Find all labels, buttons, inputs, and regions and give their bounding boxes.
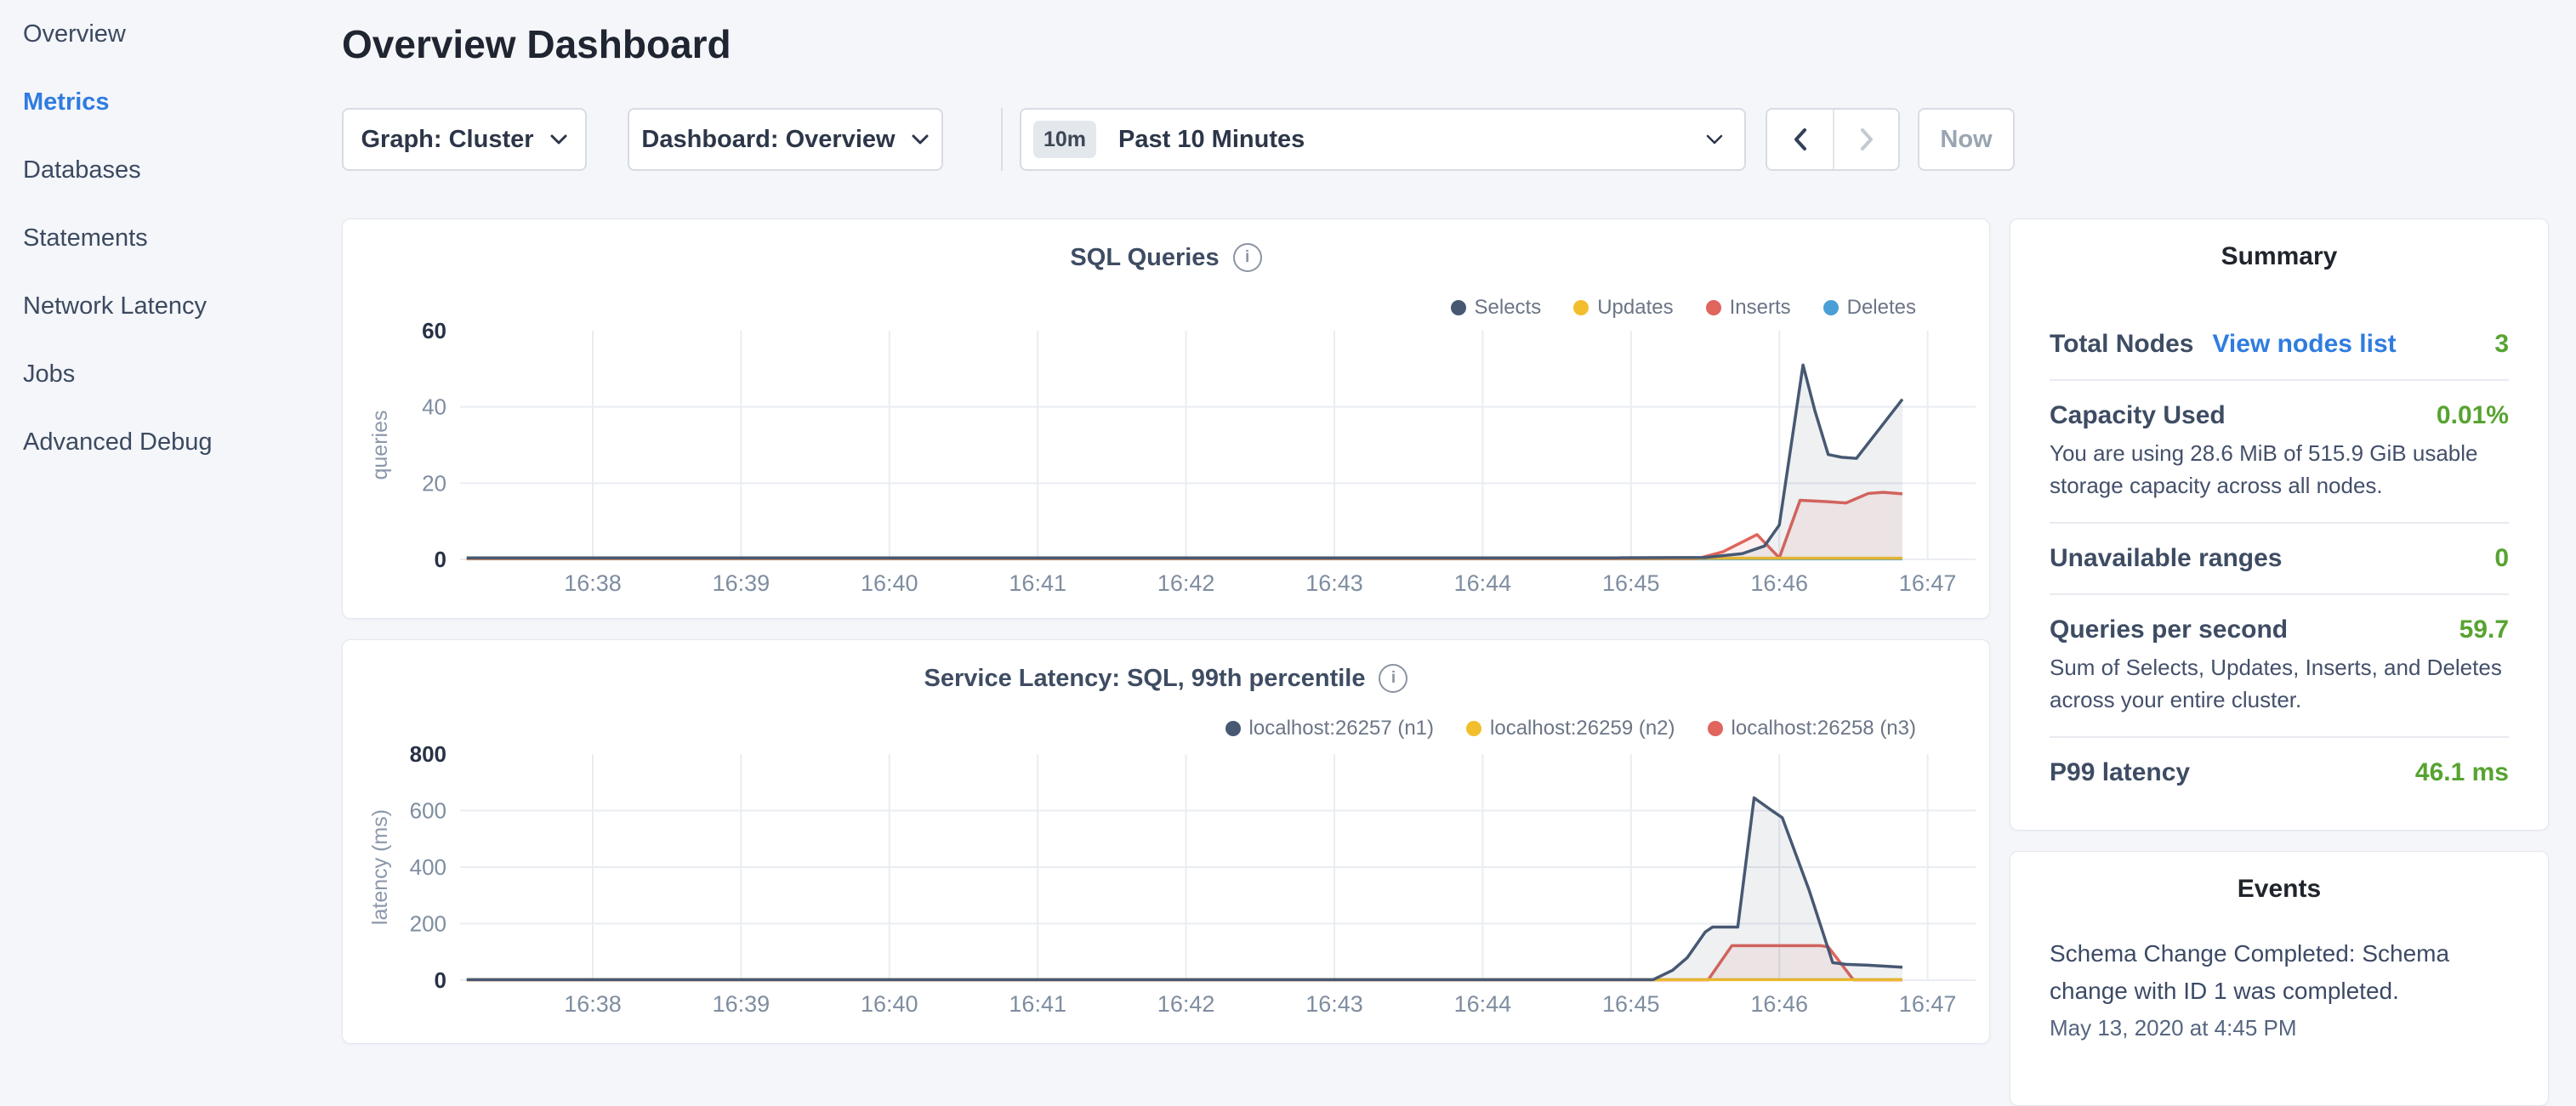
next-timeframe-button[interactable] [1833, 110, 1898, 169]
x-tick-label: 16:43 [1305, 570, 1363, 596]
sidebar-item-metrics[interactable]: Metrics [0, 68, 340, 136]
event-timestamp: May 13, 2020 at 4:45 PM [2050, 1015, 2509, 1041]
summary-row-label: Capacity Used [2050, 401, 2226, 430]
summary-row-label: P99 latency [2050, 758, 2190, 787]
Inserts-area [467, 492, 1902, 559]
y-tick-label: 0 [435, 547, 446, 572]
x-tick-label: 16:46 [1750, 991, 1808, 1017]
y-tick-label: 60 [422, 318, 446, 343]
x-tick-label: 16:41 [1009, 570, 1066, 596]
x-tick-label: 16:42 [1157, 570, 1215, 596]
x-tick-label: 16:44 [1454, 570, 1512, 596]
summary-row-p99-latency: P99 latency 46.1 ms [2050, 738, 2509, 808]
time-range-badge: 10m [1033, 121, 1096, 158]
summary-row-label: Queries per second [2050, 615, 2288, 644]
sql-queries-chart: 16:38 16:39 16:40 16:41 16:42 16:43 16:44 16:45… [343, 219, 1991, 620]
chevron-down-icon [549, 133, 568, 146]
summary-rows: Total Nodes View nodes list 3 Capacity U… [2050, 309, 2509, 808]
dashboard-dropdown[interactable]: Dashboard: Overview [628, 108, 943, 171]
x-tick-label: 16:43 [1305, 991, 1363, 1017]
summary-title: Summary [2050, 241, 2509, 272]
x-tick-label: 16:38 [564, 991, 622, 1017]
event-message: Schema Change Completed: Schema change w… [2050, 935, 2509, 1010]
chevron-right-icon [1857, 127, 1876, 152]
toolbar-divider [1001, 108, 1003, 171]
service-latency-chart: 16:38 16:39 16:40 16:41 16:42 16:43 16:44 16:45… [343, 640, 1991, 1045]
sidebar-item-overview[interactable]: Overview [0, 0, 340, 68]
dashboard-dropdown-label: Dashboard: Overview [641, 126, 895, 154]
summary-row-label: Total Nodes [2050, 330, 2193, 359]
summary-row-value: 46.1 ms [2415, 758, 2509, 787]
localhost:26257 (n1)-line [467, 798, 1902, 980]
now-button[interactable]: Now [1918, 108, 2015, 171]
x-tick-label: 16:39 [713, 991, 771, 1017]
y-tick-label: 800 [410, 741, 446, 767]
summary-row-capacity-used: Capacity Used 0.01% You are using 28.6 M… [2050, 381, 2509, 522]
x-tick-label: 16:40 [861, 570, 918, 596]
x-tick-label: 16:47 [1899, 991, 1957, 1017]
localhost:26257 (n1)-area [467, 798, 1902, 980]
graph-dropdown-label: Graph: Cluster [361, 126, 533, 154]
chevron-down-icon [911, 133, 930, 146]
time-step-buttons [1766, 108, 1900, 171]
summary-row-total-nodes: Total Nodes View nodes list 3 [2050, 309, 2509, 379]
toolbar: Graph: Cluster Dashboard: Overview 10m P… [342, 108, 2015, 171]
Selects-line [467, 365, 1902, 558]
sidebar-item-statements[interactable]: Statements [0, 204, 340, 272]
y-tick-label: 20 [422, 470, 446, 496]
summary-row-value: 3 [2494, 330, 2509, 359]
summary-row-value: 59.7 [2459, 615, 2509, 644]
x-tick-label: 16:44 [1454, 991, 1512, 1017]
summary-panel: Summary Total Nodes View nodes list 3 Ca… [2010, 218, 2549, 831]
y-tick-label: 600 [410, 798, 446, 824]
sidebar-item-databases[interactable]: Databases [0, 136, 340, 204]
x-tick-label: 16:38 [564, 570, 622, 596]
summary-row-unavailable-ranges: Unavailable ranges 0 [2050, 524, 2509, 593]
y-axis-label: latency (ms) [368, 809, 392, 925]
x-tick-label: 16:40 [861, 991, 918, 1017]
view-nodes-list-link[interactable]: View nodes list [2212, 330, 2396, 359]
y-tick-label: 0 [435, 967, 446, 993]
time-range-selector[interactable]: 10m Past 10 Minutes [1020, 108, 1746, 171]
sidebar-item-jobs[interactable]: Jobs [0, 340, 340, 408]
graph-dropdown[interactable]: Graph: Cluster [342, 108, 587, 171]
y-tick-label: 40 [422, 394, 446, 420]
x-tick-label: 16:45 [1602, 570, 1660, 596]
summary-row-label: Unavailable ranges [2050, 544, 2282, 573]
chevron-down-icon [1705, 133, 1724, 146]
sidebar: Overview Metrics Databases Statements Ne… [0, 0, 340, 1051]
sql-queries-chart-card: SQL Queries i SelectsUpdatesInsertsDelet… [342, 218, 1990, 619]
summary-row-value: 0 [2494, 544, 2509, 573]
time-range-label: Past 10 Minutes [1118, 126, 1690, 154]
x-tick-label: 16:47 [1899, 570, 1957, 596]
x-tick-label: 16:39 [713, 570, 771, 596]
summary-row-queries-per-second: Queries per second 59.7 Sum of Selects, … [2050, 595, 2509, 736]
summary-row-description: Sum of Selects, Updates, Inserts, and De… [2050, 651, 2509, 716]
sidebar-item-advanced-debug[interactable]: Advanced Debug [0, 408, 340, 476]
y-axis-label: queries [368, 411, 392, 480]
x-tick-label: 16:46 [1750, 570, 1808, 596]
previous-timeframe-button[interactable] [1767, 110, 1833, 169]
summary-row-value: 0.01% [2437, 401, 2509, 430]
chevron-left-icon [1791, 127, 1810, 152]
events-panel: Events Schema Change Completed: Schema c… [2010, 851, 2549, 1106]
Inserts-line [467, 492, 1902, 559]
events-title: Events [2050, 874, 2509, 905]
page-title: Overview Dashboard [342, 19, 731, 70]
y-tick-label: 200 [410, 911, 446, 937]
event-item[interactable]: Schema Change Completed: Schema change w… [2050, 935, 2509, 1041]
sidebar-item-network-latency[interactable]: Network Latency [0, 272, 340, 340]
x-tick-label: 16:45 [1602, 991, 1660, 1017]
x-tick-label: 16:42 [1157, 991, 1215, 1017]
summary-row-description: You are using 28.6 MiB of 515.9 GiB usab… [2050, 437, 2509, 502]
y-tick-label: 400 [410, 854, 446, 880]
x-tick-label: 16:41 [1009, 991, 1066, 1017]
Selects-area [467, 365, 1902, 559]
service-latency-chart-card: Service Latency: SQL, 99th percentile i … [342, 639, 1990, 1044]
